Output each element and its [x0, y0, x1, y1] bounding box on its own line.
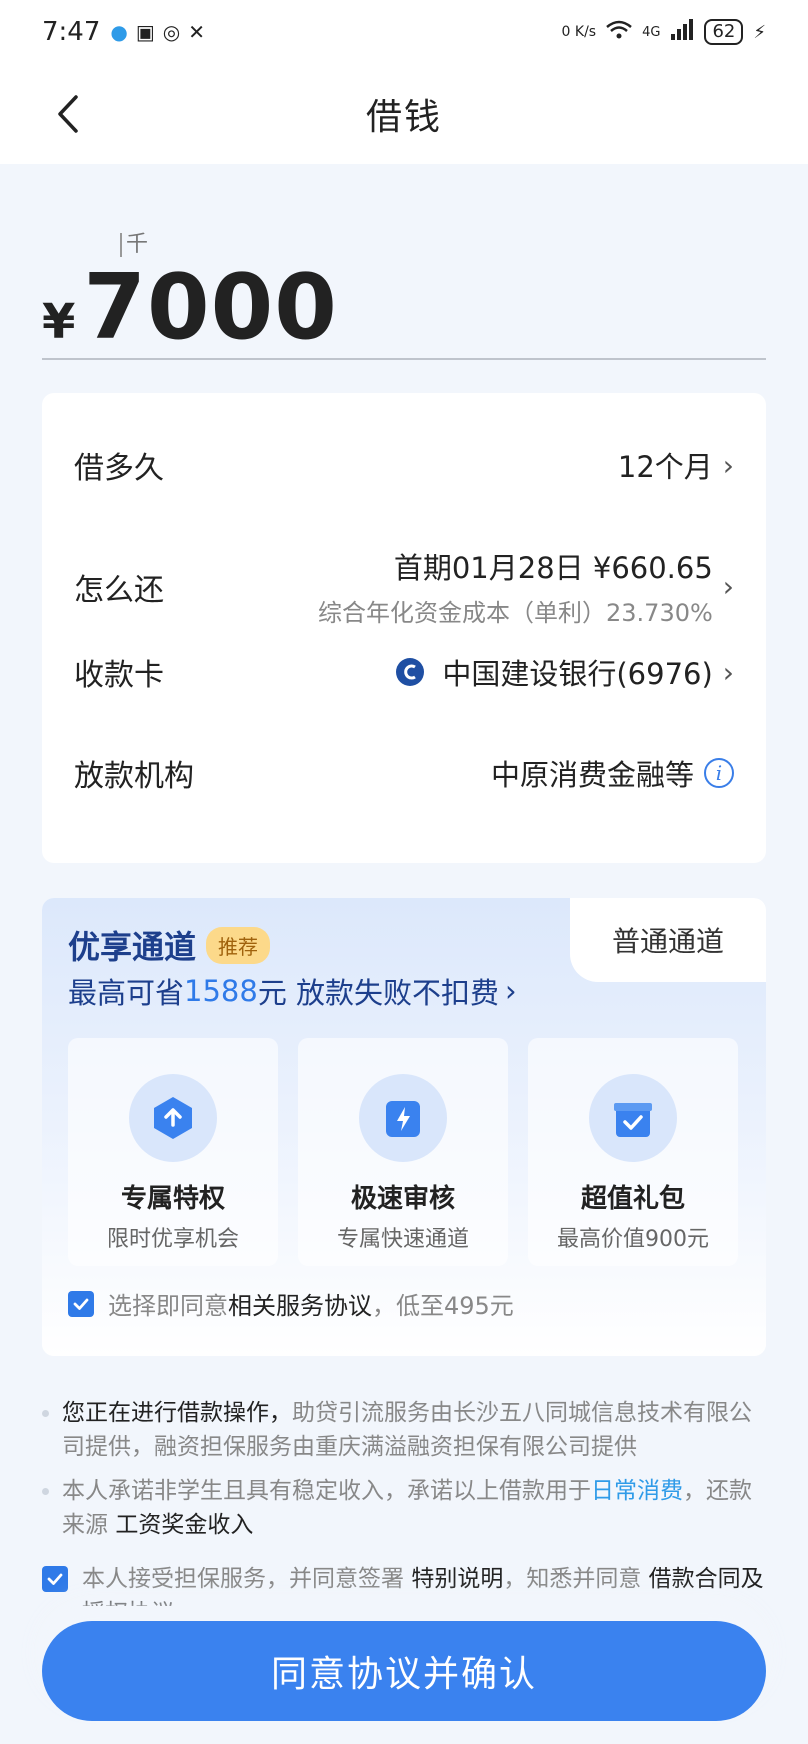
repay-value-group: 首期01月28日 ¥660.65 综合年化资金成本（单利）23.730% ›: [318, 545, 734, 628]
channel-agreement-text: 选择即同意相关服务协议，低至495元: [108, 1286, 514, 1321]
guarantee-checkbox[interactable]: [42, 1566, 68, 1592]
repay-label: 怎么还: [74, 572, 164, 608]
normal-channel-tab[interactable]: 普通通道: [570, 898, 766, 982]
repay-rate: 综合年化资金成本（单利）23.730%: [318, 599, 713, 627]
check-icon: [73, 1298, 89, 1310]
status-left: 7:47 ● ▣ ◎ ✕: [42, 17, 205, 47]
agree-prefix: 选择即同意: [108, 1292, 228, 1320]
amount-underline: [42, 358, 766, 360]
note1-dark: 您正在进行借款操作，: [62, 1400, 292, 1426]
card-value-group: 中国建设银行(6976) ›: [396, 651, 734, 693]
page-title: 借钱: [365, 97, 442, 138]
nfc-icon: ▣: [135, 20, 155, 44]
upload-badge-icon: [129, 1074, 217, 1162]
disclosure-notes: 您正在进行借款操作，助贷引流服务由长沙五八同城信息技术有限公司提供，融资担保服务…: [42, 1396, 766, 1552]
chevron-left-icon: [58, 95, 78, 133]
confirm-button[interactable]: 同意协议并确认: [42, 1621, 766, 1721]
header: 借钱: [0, 64, 808, 164]
guarantee-prefix: 本人接受担保服务，并同意签署: [82, 1566, 412, 1592]
chevron-right-icon: ›: [722, 655, 734, 689]
check-icon: [47, 1573, 63, 1585]
repay-source-link[interactable]: 工资奖金收入: [115, 1512, 253, 1538]
benefit-card-gift: 超值礼包 最高价值900元: [528, 1038, 738, 1266]
info-icon[interactable]: i: [704, 758, 734, 788]
channel-agreement-row: 选择即同意相关服务协议，低至495元: [68, 1286, 514, 1321]
benefit-card-privilege: 专属特权 限时优享机会: [68, 1038, 278, 1266]
saving-amount: 1588: [184, 974, 258, 1008]
loan-details-card: 借多久 12个月 › 怎么还 首期01月28日 ¥660.65 综合年化资金成本…: [42, 393, 766, 863]
channel-card: 普通通道 优享通道 推荐 最高可省 1588 元 放款失败不扣费 › 专属特权 …: [42, 898, 766, 1356]
status-notification-icons: ● ▣ ◎ ✕: [110, 20, 205, 44]
benefit-title: 极速审核: [350, 1184, 455, 1214]
back-button[interactable]: [48, 90, 88, 138]
signal-label: 4G: [642, 24, 661, 40]
guarantee-mid: ，知悉并同意: [503, 1566, 649, 1592]
signal-icon: [670, 18, 694, 46]
term-value-group: 12个月 ›: [618, 444, 734, 486]
disclosure-note-1: 您正在进行借款操作，助贷引流服务由长沙五八同城信息技术有限公司提供，融资担保服务…: [42, 1396, 766, 1464]
card-row[interactable]: 收款卡 中国建设银行(6976) ›: [74, 650, 734, 694]
lender-value-group: 中原消费金融等 i: [491, 752, 734, 794]
lightning-card-icon: [359, 1074, 447, 1162]
benefit-card-fast-review: 极速审核 专属快速通道: [298, 1038, 508, 1266]
app-notification-icon: ●: [110, 20, 128, 44]
status-time: 7:47: [42, 17, 101, 47]
term-row[interactable]: 借多久 12个月 ›: [74, 443, 734, 487]
guarantee-agreement-row: 本人接受担保服务，并同意签署 特别说明，知悉并同意 借款合同及授权协议: [42, 1562, 766, 1606]
card-value: 中国建设银行(6976): [442, 657, 713, 691]
premium-title-text: 优享通道: [68, 928, 197, 966]
benefit-sub: 最高价值900元: [557, 1227, 709, 1252]
guarantee-text: 本人接受担保服务，并同意签署 特别说明，知悉并同意 借款合同及授权协议: [82, 1562, 766, 1606]
status-bar: 7:47 ● ▣ ◎ ✕ 0 K/s 4G 62 ⚡: [0, 0, 808, 64]
loan-purpose-link[interactable]: 日常消费: [591, 1478, 683, 1504]
ccb-bank-icon: [396, 658, 425, 686]
amount-input[interactable]: ¥ 7000: [42, 255, 338, 360]
battery-indicator: 62: [704, 19, 744, 45]
text-cursor: [120, 233, 122, 257]
wifi-icon: [606, 20, 632, 45]
card-label: 收款卡: [74, 658, 164, 693]
saving-link[interactable]: 最高可省 1588 元 放款失败不扣费 ›: [68, 970, 517, 1012]
agree-suffix: ，低至495元: [372, 1292, 514, 1320]
repay-value: 首期01月28日 ¥660.65: [393, 551, 713, 585]
net-speed: 0 K/s: [561, 24, 597, 40]
service-agreement-link[interactable]: 相关服务协议: [228, 1292, 372, 1320]
repay-row[interactable]: 怎么还 首期01月28日 ¥660.65 综合年化资金成本（单利）23.730%…: [74, 545, 734, 628]
lender-row: 放款机构 中原消费金融等 i: [74, 751, 734, 795]
saving-prefix: 最高可省: [68, 976, 185, 1010]
currency-symbol: ¥: [42, 294, 76, 350]
repay-values: 首期01月28日 ¥660.65 综合年化资金成本（单利）23.730%: [318, 545, 713, 628]
chevron-right-icon: ›: [722, 448, 734, 482]
amount-value: 7000: [83, 255, 338, 360]
disclosure-note-2: 本人承诺非学生且具有稳定收入，承诺以上借款用于日常消费，还款来源 工资奖金收入: [42, 1474, 766, 1542]
chevron-right-icon: ›: [505, 974, 517, 1008]
premium-channel-title: 优享通道 推荐: [68, 922, 271, 968]
note2-a: 本人承诺非学生且具有稳定收入，承诺以上借款用于: [62, 1478, 591, 1504]
lender-label: 放款机构: [74, 759, 194, 794]
benefit-sub: 专属快速通道: [336, 1227, 469, 1252]
lender-value: 中原消费金融等: [490, 758, 694, 792]
term-label: 借多久: [74, 451, 164, 486]
saving-suffix: 元 放款失败不扣费: [257, 976, 500, 1010]
special-notice-link[interactable]: 特别说明: [411, 1566, 503, 1592]
charging-icon: ⚡: [753, 21, 766, 43]
status-right: 0 K/s 4G 62 ⚡: [561, 18, 766, 46]
channel-agreement-checkbox[interactable]: [68, 1290, 94, 1317]
mute-icon: ✕: [188, 20, 205, 44]
amount-unit-hint: 千: [120, 226, 148, 258]
gift-box-icon: [589, 1074, 677, 1162]
unit-hint-text: 千: [126, 232, 149, 257]
chevron-right-icon: ›: [722, 570, 734, 603]
benefit-title: 超值礼包: [580, 1184, 685, 1214]
benefit-title: 专属特权: [120, 1184, 225, 1214]
alarm-icon: ◎: [162, 20, 181, 44]
benefit-sub: 限时优享机会: [106, 1227, 239, 1252]
term-value: 12个月: [617, 450, 713, 484]
recommend-badge: 推荐: [206, 926, 271, 964]
